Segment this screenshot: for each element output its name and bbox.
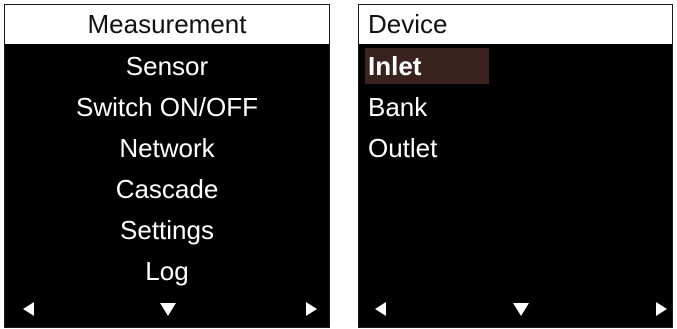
menu-item-switch-on-off[interactable]: Switch ON/OFF — [5, 87, 329, 128]
menu-item-network[interactable]: Network — [5, 128, 329, 169]
menu-item-log[interactable]: Log — [5, 251, 329, 292]
menu-item-inlet[interactable]: Inlet — [359, 46, 672, 87]
triangle-right-icon[interactable] — [653, 300, 671, 318]
navigation-bar — [359, 300, 672, 318]
triangle-right-icon[interactable] — [303, 300, 321, 318]
navigation-bar — [5, 300, 329, 318]
device-menu: Inlet Bank Outlet — [359, 46, 672, 169]
triangle-down-icon[interactable] — [159, 300, 177, 318]
menu-item-bank[interactable]: Bank — [359, 87, 672, 128]
triangle-left-icon[interactable] — [371, 300, 389, 318]
screen-title: Device — [359, 5, 672, 44]
triangle-left-icon[interactable] — [19, 300, 37, 318]
menu-item-cascade[interactable]: Cascade — [5, 169, 329, 210]
menu-item-outlet[interactable]: Outlet — [359, 128, 672, 169]
triangle-down-icon[interactable] — [512, 300, 530, 318]
menu-item-sensor[interactable]: Sensor — [5, 46, 329, 87]
screen-title: Measurement — [5, 5, 329, 44]
menu-item-settings[interactable]: Settings — [5, 210, 329, 251]
measurement-menu: Sensor Switch ON/OFF Network Cascade Set… — [5, 46, 329, 292]
menu-item-label: Inlet — [368, 51, 422, 81]
device-screen: Device Inlet Bank Outlet — [358, 4, 673, 328]
measurement-screen: Measurement Sensor Switch ON/OFF Network… — [4, 4, 330, 328]
